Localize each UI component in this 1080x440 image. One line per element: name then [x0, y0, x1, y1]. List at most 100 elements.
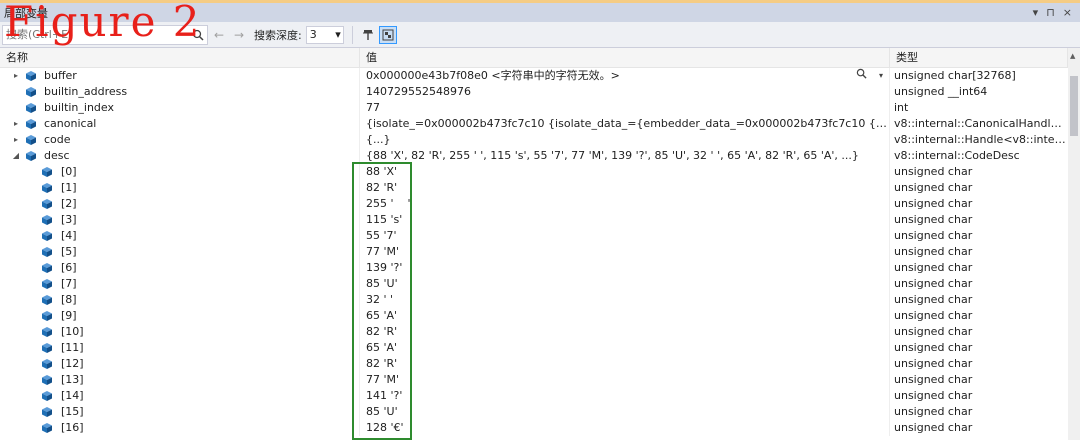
value-cell[interactable]: 82 'R'	[360, 356, 890, 372]
table-row[interactable]: [8] 32 ' ' unsigned char	[0, 292, 1068, 308]
variable-cube-icon	[42, 247, 52, 257]
table-row[interactable]: [4] 55 '7' unsigned char	[0, 228, 1068, 244]
value-cell[interactable]: 88 'X'	[360, 164, 890, 180]
element-index: [8]	[61, 293, 77, 306]
value-cell[interactable]: 32 ' '	[360, 292, 890, 308]
search-depth-select[interactable]: 3 ▾	[305, 25, 344, 44]
table-row[interactable]: [16] 128 '€' unsigned char	[0, 420, 1068, 436]
name-cell: [9]	[0, 308, 360, 324]
value-cell[interactable]: 85 'U'	[360, 404, 890, 420]
name-cell: [4]	[0, 228, 360, 244]
table-row[interactable]: ▸ code {...} v8::internal::Handle<v8::in…	[0, 132, 1068, 148]
name-cell: [7]	[0, 276, 360, 292]
type-cell: v8::internal::Handle<v8::internal:...	[894, 133, 1068, 146]
expand-arrow-icon[interactable]: ▸	[11, 116, 21, 132]
value-cell[interactable]: 139 '?'	[360, 260, 890, 276]
table-row[interactable]: [5] 77 'M' unsigned char	[0, 244, 1068, 260]
variable-name: code	[44, 133, 71, 146]
table-row[interactable]: [15] 85 'U' unsigned char	[0, 404, 1068, 420]
table-row[interactable]: [10] 82 'R' unsigned char	[0, 324, 1068, 340]
column-header-value[interactable]: 值	[360, 48, 890, 68]
value-cell[interactable]: 141 '?'	[360, 388, 890, 404]
pin-button[interactable]: ⊓	[1046, 6, 1055, 19]
column-header-type[interactable]: 类型	[890, 48, 1068, 68]
table-row[interactable]: builtin_address 140729552548976 unsigned…	[0, 84, 1068, 100]
element-index: [14]	[61, 389, 84, 402]
visualizer-dropdown-icon[interactable]: ▾	[879, 68, 883, 84]
value-cell[interactable]: {88 'X', 82 'R', 255 ' ', 115 's', 55 '7…	[360, 148, 890, 164]
table-row[interactable]: [1] 82 'R' unsigned char	[0, 180, 1068, 196]
forward-arrow-icon[interactable]: →	[230, 26, 248, 44]
type-cell: unsigned char	[894, 277, 973, 290]
hex-display-toggle[interactable]	[378, 25, 397, 44]
table-row[interactable]: ▸ buffer 0x000000e43b7f08e0 <字符串中的字符无效。>…	[0, 68, 1068, 84]
close-button[interactable]: ×	[1063, 6, 1072, 19]
scroll-up-icon[interactable]: ▲	[1070, 52, 1075, 60]
table-row[interactable]: [11] 65 'A' unsigned char	[0, 340, 1068, 356]
value-cell[interactable]: 82 'R'	[360, 180, 890, 196]
value-cell[interactable]: 115 's'	[360, 212, 890, 228]
table-row[interactable]: [14] 141 '?' unsigned char	[0, 388, 1068, 404]
table-row[interactable]: [12] 82 'R' unsigned char	[0, 356, 1068, 372]
value-cell[interactable]: 77 'M'	[360, 372, 890, 388]
name-cell: [16]	[0, 420, 360, 436]
back-arrow-icon[interactable]: ←	[210, 26, 228, 44]
vertical-scrollbar[interactable]: ▲	[1068, 48, 1080, 440]
name-cell: [10]	[0, 324, 360, 340]
name-cell: ◢ desc	[0, 148, 360, 164]
table-row[interactable]: ▸ canonical {isolate_=0x000002b473fc7c10…	[0, 116, 1068, 132]
element-index: [5]	[61, 245, 77, 258]
variable-cube-icon	[42, 311, 52, 321]
value-cell[interactable]: 77	[360, 100, 890, 116]
table-row[interactable]: ◢ desc {88 'X', 82 'R', 255 ' ', 115 's'…	[0, 148, 1068, 164]
name-cell: [1]	[0, 180, 360, 196]
variable-cube-icon	[42, 295, 52, 305]
type-cell: unsigned char	[894, 229, 973, 242]
value-cell[interactable]: 0x000000e43b7f08e0 <字符串中的字符无效。> ▾	[360, 68, 890, 84]
toolbar-separator	[351, 25, 353, 44]
value-cell[interactable]: 65 'A'	[360, 308, 890, 324]
search-input[interactable]	[6, 28, 187, 41]
table-row[interactable]: [9] 65 'A' unsigned char	[0, 308, 1068, 324]
value-cell[interactable]: {...}	[360, 132, 890, 148]
element-index: [9]	[61, 309, 77, 322]
collapse-arrow-icon[interactable]: ◢	[11, 148, 21, 164]
column-header-name[interactable]: 名称	[0, 48, 360, 68]
search-icon[interactable]	[189, 26, 207, 44]
variable-name: desc	[44, 149, 70, 162]
table-row[interactable]: builtin_index 77 int	[0, 100, 1068, 116]
value-cell[interactable]: 255 ' '	[360, 196, 890, 212]
value-cell[interactable]: 65 'A'	[360, 340, 890, 356]
variable-cube-icon	[42, 343, 52, 353]
value-cell[interactable]: 140729552548976	[360, 84, 890, 100]
variable-cube-icon	[26, 135, 36, 145]
expand-arrow-icon[interactable]: ▸	[11, 68, 21, 84]
table-row[interactable]: [0] 88 'X' unsigned char	[0, 164, 1068, 180]
value-cell[interactable]: {isolate_=0x000002b473fc7c10 {isolate_da…	[360, 116, 890, 132]
value-cell[interactable]: 55 '7'	[360, 228, 890, 244]
magnifier-icon[interactable]	[856, 68, 867, 84]
table-row[interactable]: [7] 85 'U' unsigned char	[0, 276, 1068, 292]
value-cell[interactable]: 77 'M'	[360, 244, 890, 260]
window-dropdown-button[interactable]: ▾	[1033, 6, 1039, 19]
variable-cube-icon	[26, 151, 36, 161]
search-box[interactable]	[2, 24, 208, 45]
value-cell[interactable]: 82 'R'	[360, 324, 890, 340]
variable-cube-icon	[42, 327, 52, 337]
table-row[interactable]: [6] 139 '?' unsigned char	[0, 260, 1068, 276]
variable-cube-icon	[42, 391, 52, 401]
variable-cube-icon	[42, 183, 52, 193]
value-cell[interactable]: 128 '€'	[360, 420, 890, 436]
table-row[interactable]: [3] 115 's' unsigned char	[0, 212, 1068, 228]
expand-arrow-icon	[11, 84, 21, 100]
table-row[interactable]: [13] 77 'M' unsigned char	[0, 372, 1068, 388]
value-cell[interactable]: 85 'U'	[360, 276, 890, 292]
table-row[interactable]: [2] 255 ' ' unsigned char	[0, 196, 1068, 212]
variable-cube-icon	[42, 375, 52, 385]
window-titlebar: 局部变量 ▾ ⊓ ×	[0, 0, 1080, 22]
scrollbar-thumb[interactable]	[1070, 76, 1078, 136]
variable-cube-icon	[42, 263, 52, 273]
element-index: [2]	[61, 197, 77, 210]
expand-arrow-icon[interactable]: ▸	[11, 132, 21, 148]
filter-pin-icon[interactable]	[359, 26, 377, 44]
